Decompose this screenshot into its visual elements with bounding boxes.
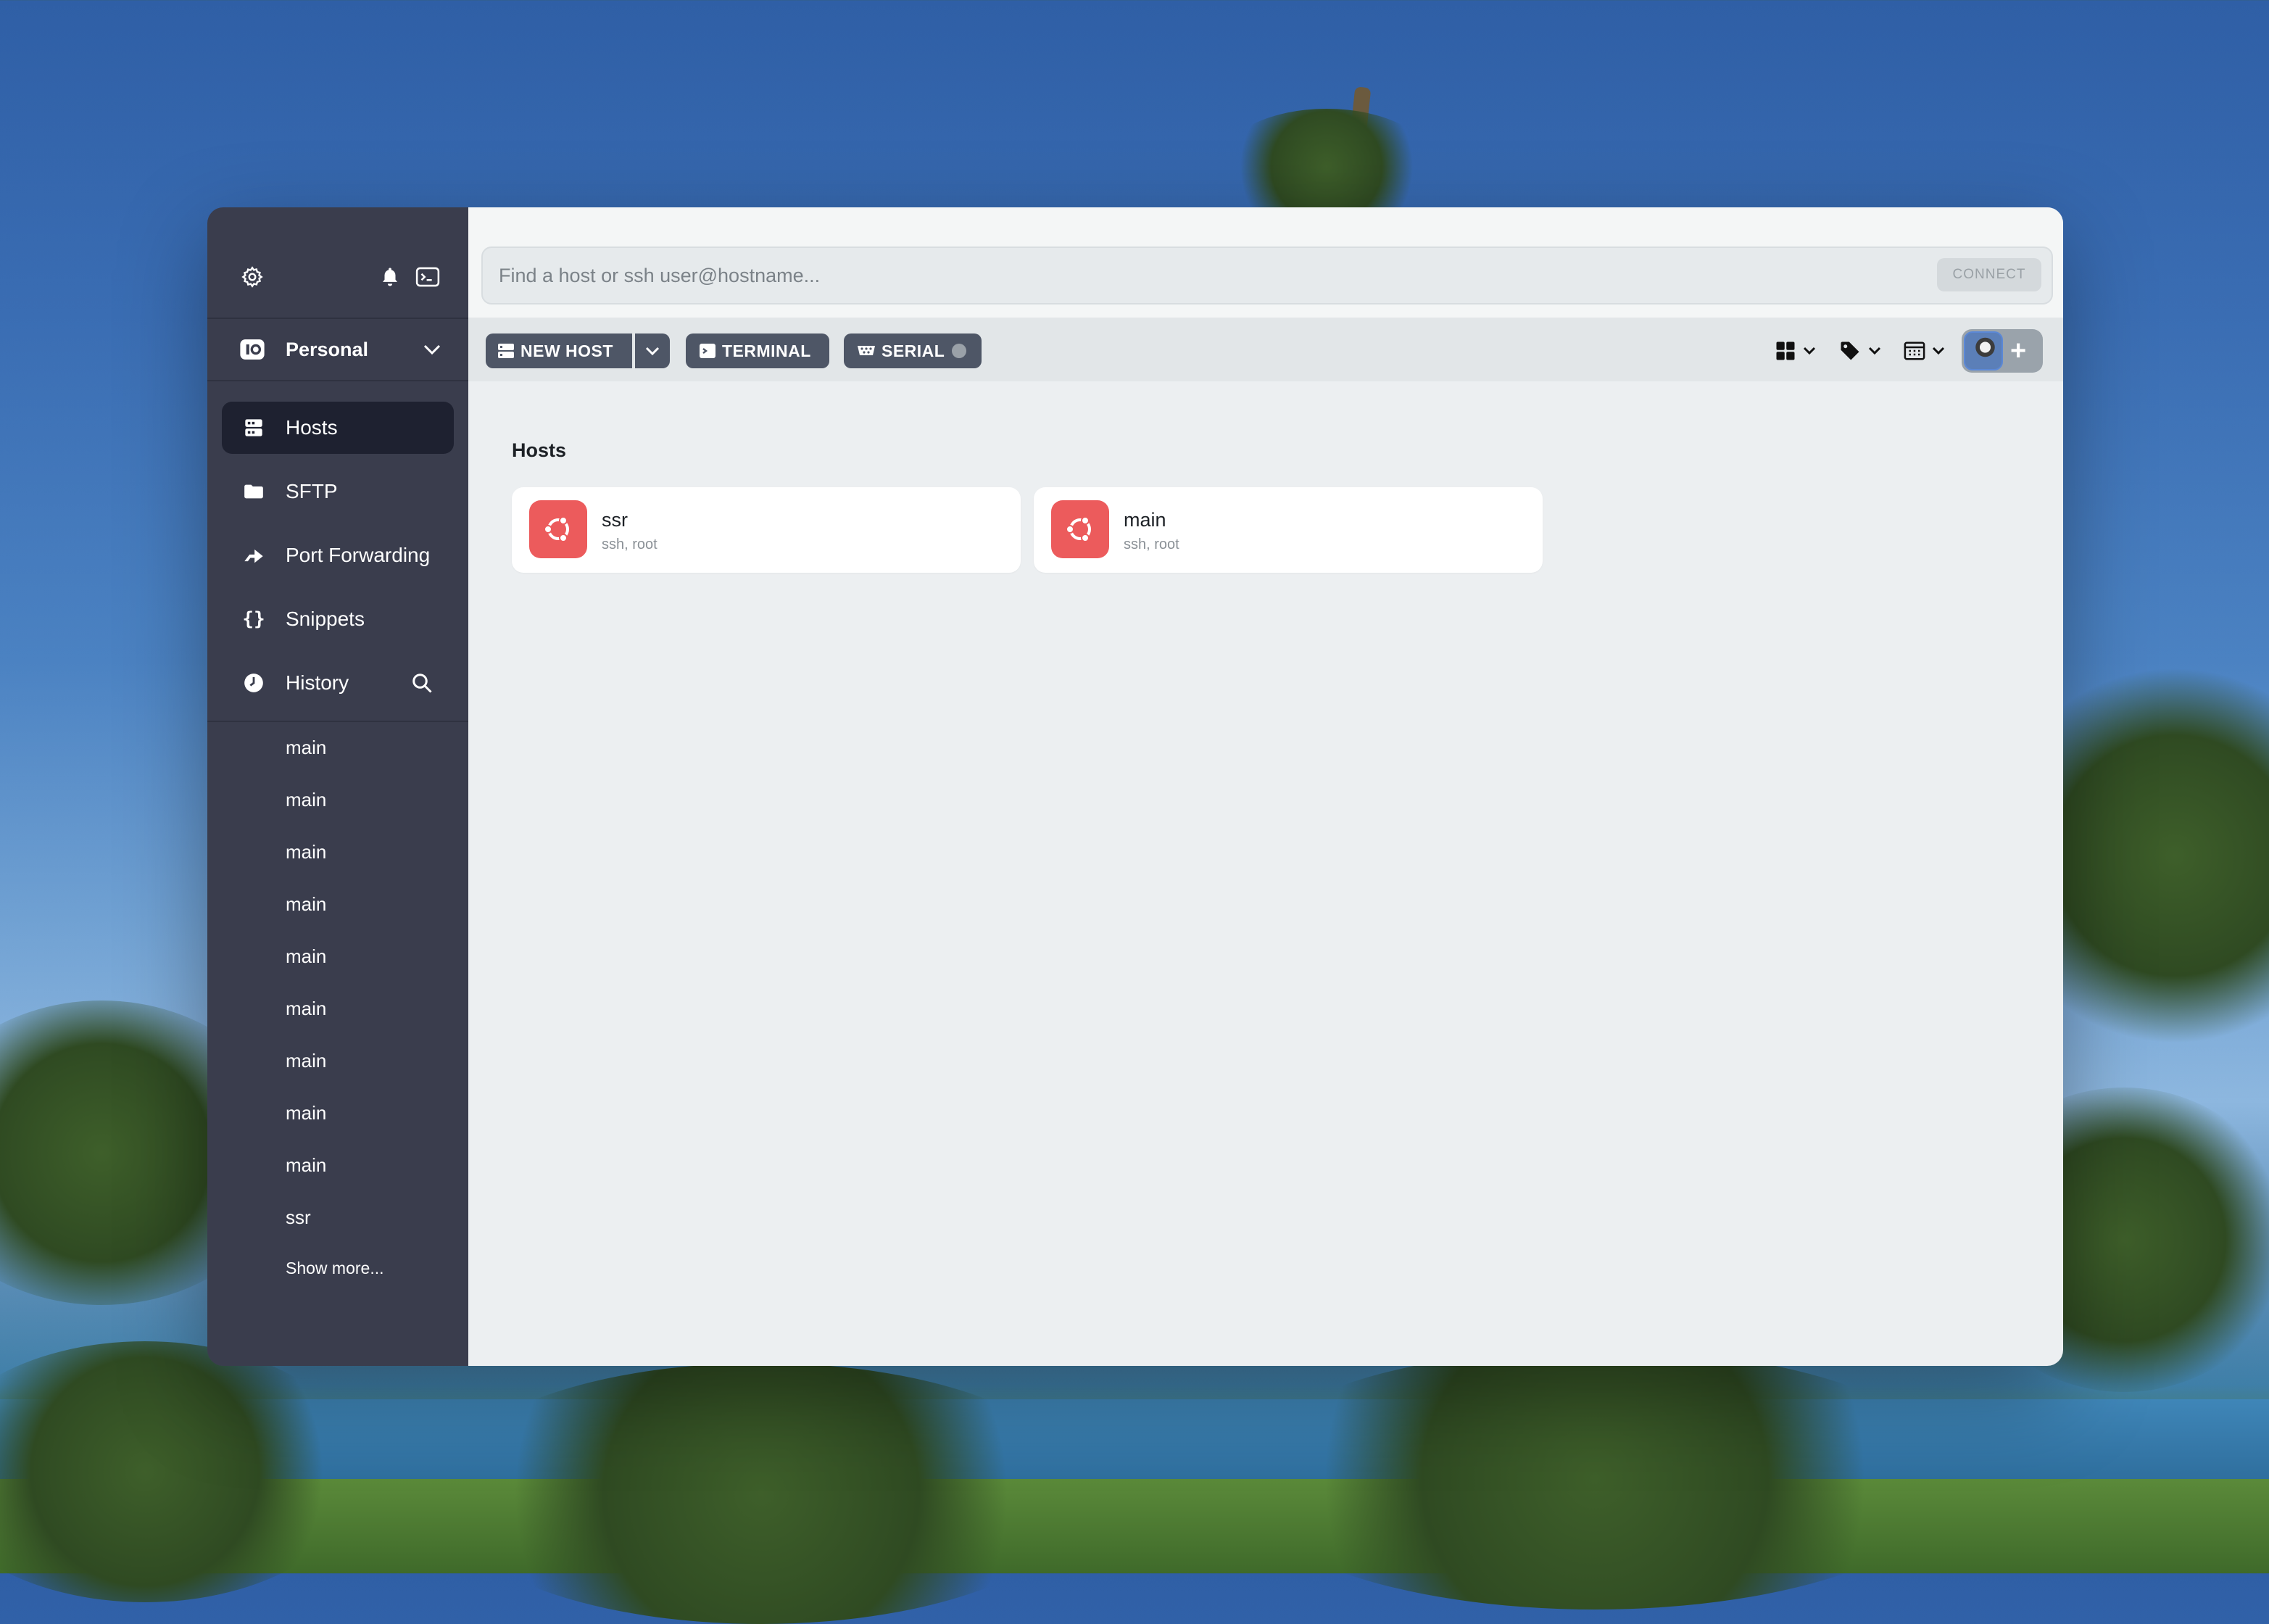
serial-label: SERIAL — [882, 341, 945, 360]
terminal-button[interactable]: TERMINAL — [686, 334, 829, 368]
gear-icon[interactable] — [239, 264, 265, 290]
tag-icon — [1838, 340, 1862, 362]
host-details: ssh, root — [602, 536, 658, 552]
hosts-icon — [242, 416, 265, 439]
chevron-down-icon — [1931, 346, 1946, 356]
sidebar-item-label: History — [286, 671, 349, 694]
terminal-icon — [699, 343, 716, 359]
palm-tree — [435, 1363, 1087, 1624]
chevron-down-icon — [1802, 346, 1817, 356]
avatar — [1964, 331, 2003, 370]
sidebar: Personal Hosts SFTP Port Forwarding {} S… — [207, 207, 468, 1366]
chevron-down-icon — [1867, 346, 1882, 356]
terminal-label: TERMINAL — [722, 341, 811, 360]
serial-port-icon — [857, 344, 876, 358]
toolbar: NEW HOST TERMINAL SERIAL + — [468, 319, 2063, 381]
grid-icon — [1775, 340, 1796, 362]
port-forwarding-icon — [242, 544, 265, 567]
sidebar-item-snippets[interactable]: {} Snippets — [222, 593, 454, 645]
server-icon — [497, 343, 515, 359]
host-name: ssr — [602, 509, 628, 531]
terminal-icon[interactable] — [415, 264, 441, 290]
history-item[interactable]: main — [286, 893, 326, 916]
host-card[interactable]: ssr ssh, root — [512, 487, 1021, 573]
sidebar-item-hosts[interactable]: Hosts — [222, 402, 454, 454]
vault-name: Personal — [286, 338, 369, 360]
history-item[interactable]: ssr — [286, 1206, 311, 1229]
ubuntu-icon — [529, 500, 587, 558]
info-icon — [952, 344, 967, 358]
sidebar-item-label: Hosts — [286, 416, 338, 439]
show-more-link[interactable]: Show more... — [286, 1259, 384, 1278]
history-item[interactable]: main — [286, 737, 326, 759]
plus-icon: + — [2010, 336, 2027, 366]
history-item[interactable]: main — [286, 1154, 326, 1177]
user-avatar-button[interactable]: + — [1962, 329, 2043, 373]
sidebar-item-history[interactable]: History — [222, 657, 454, 709]
ubuntu-icon — [1051, 500, 1109, 558]
history-item[interactable]: main — [286, 789, 326, 811]
search-icon[interactable] — [409, 670, 435, 696]
vault-selector[interactable]: Personal — [207, 319, 468, 381]
history-item[interactable]: main — [286, 841, 326, 863]
braces-icon: {} — [242, 608, 265, 630]
vault-icon — [239, 336, 265, 362]
sidebar-item-label: Snippets — [286, 608, 365, 630]
clock-icon — [242, 671, 265, 695]
sidebar-item-label: SFTP — [286, 480, 338, 502]
host-details: ssh, root — [1124, 536, 1179, 552]
search-input[interactable] — [497, 263, 1878, 288]
connect-button[interactable]: CONNECT — [1937, 258, 2041, 291]
section-title: Hosts — [512, 439, 567, 461]
bell-icon[interactable] — [377, 264, 403, 290]
palm-tree — [1232, 1348, 1957, 1610]
divider — [207, 721, 468, 722]
sidebar-header — [207, 207, 468, 319]
sidebar-item-port-forwarding[interactable]: Port Forwarding — [222, 529, 454, 581]
serial-button[interactable]: SERIAL — [844, 334, 982, 368]
sidebar-item-label: Port Forwarding — [286, 544, 431, 566]
history-item[interactable]: main — [286, 945, 326, 968]
new-host-label: NEW HOST — [520, 341, 613, 360]
search-bar-area: CONNECT — [468, 207, 2063, 319]
app-window: Personal Hosts SFTP Port Forwarding {} S… — [207, 207, 2063, 1366]
tag-filter-button[interactable] — [1838, 336, 1882, 365]
history-item[interactable]: main — [286, 998, 326, 1020]
chevron-down-icon — [644, 346, 660, 356]
new-host-button[interactable]: NEW HOST — [486, 334, 632, 368]
folder-icon — [242, 480, 265, 503]
main-panel: CONNECT NEW HOST TERMINAL — [468, 207, 2063, 1366]
sort-button[interactable] — [1904, 336, 1946, 365]
history-item[interactable]: main — [286, 1050, 326, 1072]
search-box: CONNECT — [481, 246, 2053, 304]
view-mode-button[interactable] — [1775, 336, 1817, 365]
host-name: main — [1124, 509, 1166, 531]
new-host-dropdown-button[interactable] — [635, 334, 670, 368]
sidebar-item-sftp[interactable]: SFTP — [222, 465, 454, 518]
chevron-down-icon[interactable] — [419, 336, 445, 362]
history-item[interactable]: main — [286, 1102, 326, 1124]
host-card[interactable]: main ssh, root — [1034, 487, 1543, 573]
calendar-icon — [1904, 341, 1925, 361]
